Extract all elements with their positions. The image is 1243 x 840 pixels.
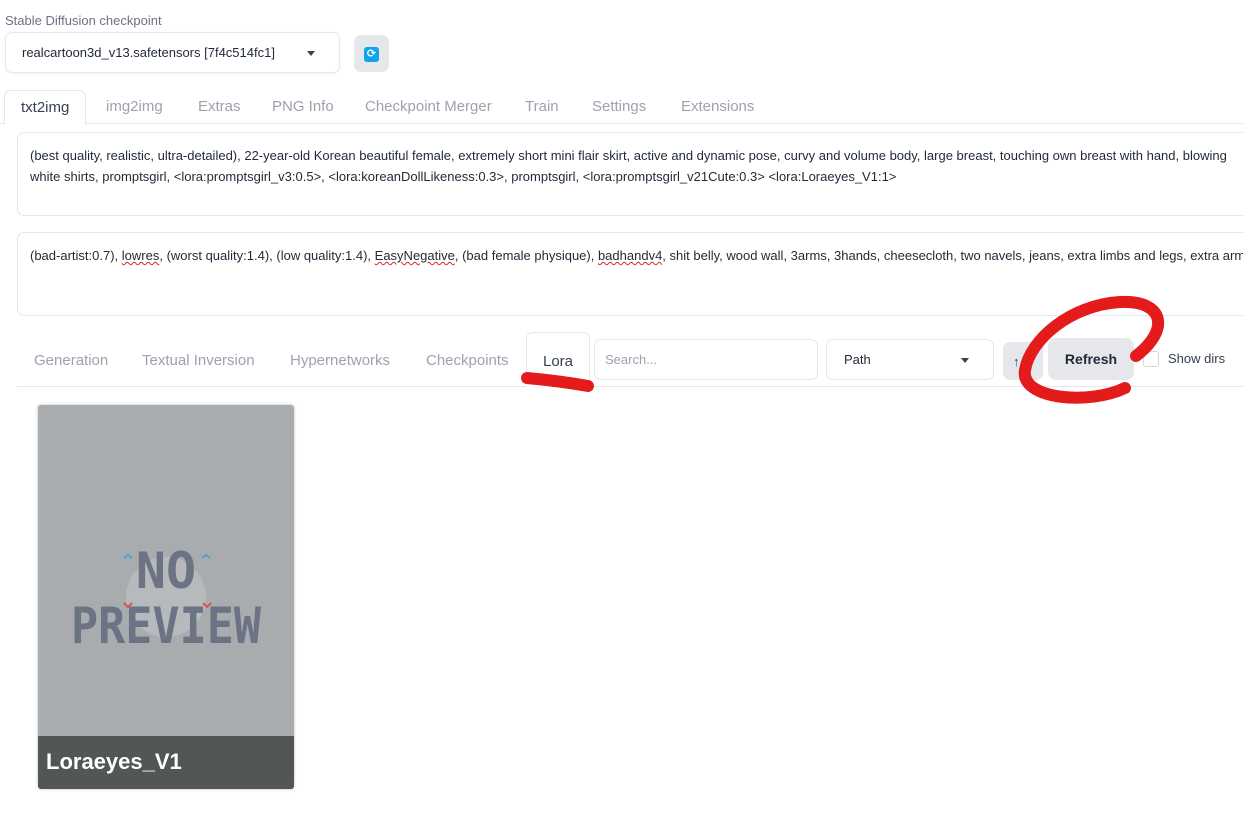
negative-prompt-textarea[interactable]: (bad-artist:0.7), lowres, (worst quality… bbox=[17, 232, 1243, 316]
refresh-icon: ⟳ bbox=[364, 47, 379, 62]
chevron-down-icon bbox=[307, 51, 315, 56]
chevron-down-icon bbox=[961, 358, 969, 363]
svg-text:PREVIEW: PREVIEW bbox=[71, 597, 262, 655]
sort-order-button[interactable]: ↑↓ bbox=[1003, 342, 1043, 380]
tab-generation[interactable]: Generation bbox=[34, 352, 108, 369]
tab-txt2img[interactable]: txt2img bbox=[4, 90, 87, 125]
refresh-checkpoints-button[interactable]: ⟳ bbox=[354, 35, 389, 72]
sort-by-value: Path bbox=[844, 352, 871, 367]
tab-extras[interactable]: Extras bbox=[198, 98, 241, 115]
prompt-line-1: (best quality, realistic, ultra-detailed… bbox=[30, 148, 1227, 163]
no-preview-image: NO PREVIEW bbox=[71, 542, 262, 655]
tab-textual-inversion[interactable]: Textual Inversion bbox=[142, 352, 255, 369]
tab-train[interactable]: Train bbox=[525, 98, 559, 115]
checkpoint-label: Stable Diffusion checkpoint bbox=[5, 13, 162, 28]
lora-card[interactable]: NO PREVIEW Loraeyes_V1 bbox=[38, 405, 294, 789]
tab-hypernetworks[interactable]: Hypernetworks bbox=[290, 352, 390, 369]
checkpoint-dropdown[interactable]: realcartoon3d_v13.safetensors [7f4c514fc… bbox=[5, 32, 340, 73]
tab-extensions[interactable]: Extensions bbox=[681, 98, 754, 115]
sort-by-dropdown[interactable]: Path bbox=[826, 339, 994, 380]
sort-order-icon: ↑↓ bbox=[1013, 354, 1026, 369]
checkpoint-selected-value: realcartoon3d_v13.safetensors [7f4c514fc… bbox=[22, 45, 275, 60]
tab-settings[interactable]: Settings bbox=[592, 98, 646, 115]
prompt-textarea[interactable]: (best quality, realistic, ultra-detailed… bbox=[17, 132, 1243, 216]
prompt-line-2: white shirts, promptsgirl, <lora:prompts… bbox=[30, 169, 897, 184]
tab-img2img[interactable]: img2img bbox=[106, 98, 163, 115]
svg-text:NO: NO bbox=[136, 542, 196, 600]
negative-prompt-text: , (bad female physique), bbox=[454, 248, 598, 263]
negative-prompt-spellcheck-word: badhandv4 bbox=[597, 248, 663, 263]
negative-prompt-spellcheck-word: EasyNegative bbox=[374, 248, 455, 263]
negative-prompt-text: , (worst quality:1.4), (low quality:1.4)… bbox=[159, 248, 375, 263]
tab-checkpoints[interactable]: Checkpoints bbox=[426, 352, 509, 369]
negative-prompt-text: , shit belly, wood wall, 3arms, 3hands, … bbox=[662, 248, 1243, 263]
tab-lora[interactable]: Lora bbox=[526, 332, 591, 387]
show-dirs-label: Show dirs bbox=[1168, 351, 1226, 366]
card-footer: Loraeyes_V1 bbox=[38, 736, 294, 789]
search-input[interactable] bbox=[594, 339, 818, 380]
refresh-button[interactable]: Refresh bbox=[1048, 338, 1134, 380]
card-title: Loraeyes_V1 bbox=[46, 749, 182, 774]
negative-prompt-spellcheck-word: lowres bbox=[121, 248, 160, 263]
negative-prompt-line: (bad-artist:0.7), lowres, (worst quality… bbox=[30, 245, 1243, 266]
show-dirs-checkbox[interactable] bbox=[1143, 351, 1159, 367]
tab-checkpoint-merger[interactable]: Checkpoint Merger bbox=[365, 98, 492, 115]
tab-png-info[interactable]: PNG Info bbox=[272, 98, 334, 115]
negative-prompt-text: (bad-artist:0.7), bbox=[30, 248, 122, 263]
main-tabs: txt2img img2img Extras PNG Info Checkpoi… bbox=[0, 90, 1243, 125]
